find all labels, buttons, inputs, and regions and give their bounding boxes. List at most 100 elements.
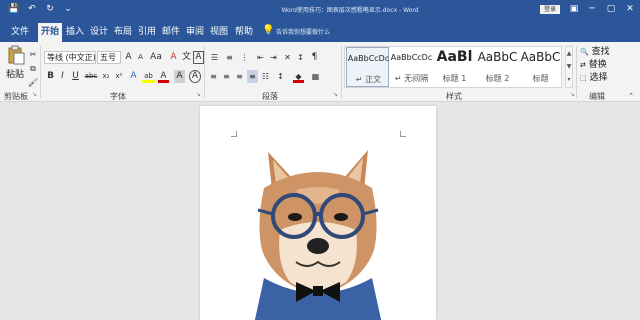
subscript-button[interactable]: x₂ [100,70,112,83]
tell-me-input[interactable]: 告诉我你想要做什么 [276,27,330,36]
style-name: ↵ 无间隔 [394,74,429,83]
sort-icon[interactable]: ↕ [295,51,306,64]
chinese-layout-icon[interactable]: ✕ [282,51,293,64]
style-no-spacing[interactable]: AaBbCcDc ↵ 无间隔 [390,47,433,87]
font-name-combo[interactable]: 等线 (中文正) [44,51,96,64]
minimize-icon[interactable]: ─ [584,2,600,16]
cut-icon[interactable]: ✂ [28,48,38,61]
multilevel-list-icon[interactable]: ⋮ [238,51,251,64]
paste-icon[interactable] [7,45,25,65]
style-preview: AaBbCcDc [347,54,390,63]
tab-review[interactable]: 审阅 [183,23,207,42]
title-bar: 💾 ↶ ↻ ⌄ Word使用技巧：图表层次感粗略显示.docx - Word 登… [0,0,640,20]
strikethrough-button[interactable]: abc [84,70,98,83]
change-case-button[interactable]: Aa [149,51,163,64]
justify-icon[interactable]: ≡ [247,70,258,83]
replace-button[interactable]: ⇄ 替换 [580,59,607,71]
style-preview: AaBbC [477,50,518,64]
group-divider [576,46,577,98]
line-spacing-icon[interactable]: ↕ [274,70,287,83]
ribbon-tabs: 文件 开始 插入 设计 布局 引用 邮件 审阅 视图 帮助 💡 告诉我你想要做什… [0,20,640,42]
customize-qat-icon[interactable]: ⌄ [62,3,74,15]
close-icon[interactable]: ✕ [622,2,638,16]
styles-scroll[interactable]: ▲ ▼ ▾ [565,46,573,88]
shrink-font-button[interactable]: A [135,51,146,64]
group-divider [204,46,205,98]
save-icon[interactable]: 💾 [8,3,20,15]
superscript-button[interactable]: x² [113,70,125,83]
style-title[interactable]: AaBbC 标题 [519,47,562,87]
search-icon: 🔍 [580,48,589,56]
numbering-icon[interactable]: ≡ [223,51,236,64]
paste-button[interactable]: 粘贴 [6,67,24,80]
login-button[interactable]: 登录 [540,5,560,14]
decrease-indent-icon[interactable]: ⇤ [255,51,266,64]
select-label: 选择 [589,73,608,83]
editing-group-label: 编辑 [589,92,605,101]
font-launcher-icon[interactable]: ↘ [196,92,202,98]
style-preview: AaBbC [520,50,561,64]
paragraph-group-label: 段落 [262,92,278,101]
style-name: 标题 1 [442,74,467,83]
distributed-icon[interactable]: ☷ [260,70,271,83]
phonetic-guide-button[interactable]: 文 [181,51,192,64]
font-color-button[interactable]: A [158,70,169,83]
style-name: 标题 2 [485,74,510,83]
tab-home[interactable]: 开始 [38,23,63,42]
tab-design[interactable]: 设计 [87,23,111,42]
tab-mailings[interactable]: 邮件 [159,23,183,42]
style-heading-1[interactable]: AaBl 标题 1 [433,47,476,87]
group-divider [341,46,342,98]
clipboard-group-label: 剪贴板 [4,92,28,101]
document-canvas [0,103,640,320]
grow-font-button[interactable]: A [123,51,134,64]
character-border-button[interactable]: A [193,51,204,64]
select-button[interactable]: ⬚ 选择 [580,72,608,84]
document-page[interactable] [200,106,436,320]
find-label: 查找 [591,47,610,57]
align-right-icon[interactable]: ≡ [234,70,245,83]
margin-mark [231,131,237,137]
copy-icon[interactable]: ⧉ [28,62,38,75]
tab-insert[interactable]: 插入 [63,23,87,42]
shading-icon[interactable]: ◆ [293,70,304,83]
style-normal[interactable]: AaBbCcDc ↵ 正文 [346,47,389,87]
highlight-button[interactable]: ab [142,70,155,83]
character-shading-button[interactable]: A [174,70,185,83]
shiba-dog-illustration[interactable] [250,144,386,320]
enclose-characters-button[interactable]: A [189,70,201,83]
collapse-ribbon-icon[interactable]: ⌃ [626,90,636,103]
tab-layout[interactable]: 布局 [111,23,135,42]
format-painter-icon[interactable]: 🖌 [28,76,38,89]
find-button[interactable]: 🔍 查找 [580,46,610,58]
redo-icon[interactable]: ↻ [44,3,56,15]
restore-icon[interactable]: ▢ [603,2,619,16]
styles-group-label: 样式 [446,92,462,101]
clipboard-launcher-icon[interactable]: ↘ [32,92,38,98]
font-size-combo[interactable]: 五号 [97,51,121,64]
bold-button[interactable]: B [45,70,56,83]
borders-icon[interactable]: ▦ [309,70,322,83]
text-effects-button[interactable]: A [128,70,139,83]
clear-formatting-button[interactable]: A [168,51,179,64]
bullets-icon[interactable]: ☰ [208,51,221,64]
lightbulb-icon[interactable]: 💡 [262,26,274,36]
tab-view[interactable]: 视图 [207,23,231,42]
increase-indent-icon[interactable]: ⇥ [268,51,279,64]
align-center-icon[interactable]: ≡ [221,70,232,83]
align-left-icon[interactable]: ≡ [208,70,219,83]
style-heading-2[interactable]: AaBbC 标题 2 [476,47,519,87]
show-marks-icon[interactable]: ¶ [309,51,320,64]
margin-mark [400,131,406,137]
tab-help[interactable]: 帮助 [232,23,256,42]
tab-file[interactable]: 文件 [8,23,32,42]
tab-references[interactable]: 引用 [135,23,159,42]
ribbon-display-options-icon[interactable]: ▣ [566,2,582,16]
underline-button[interactable]: U [70,70,81,83]
undo-icon[interactable]: ↶ [26,3,38,15]
paragraph-launcher-icon[interactable]: ↘ [333,92,339,98]
replace-icon: ⇄ [580,61,586,69]
select-icon: ⬚ [580,74,587,82]
style-preview: AaBbCcDc [390,53,433,62]
italic-button[interactable]: I [57,70,68,83]
